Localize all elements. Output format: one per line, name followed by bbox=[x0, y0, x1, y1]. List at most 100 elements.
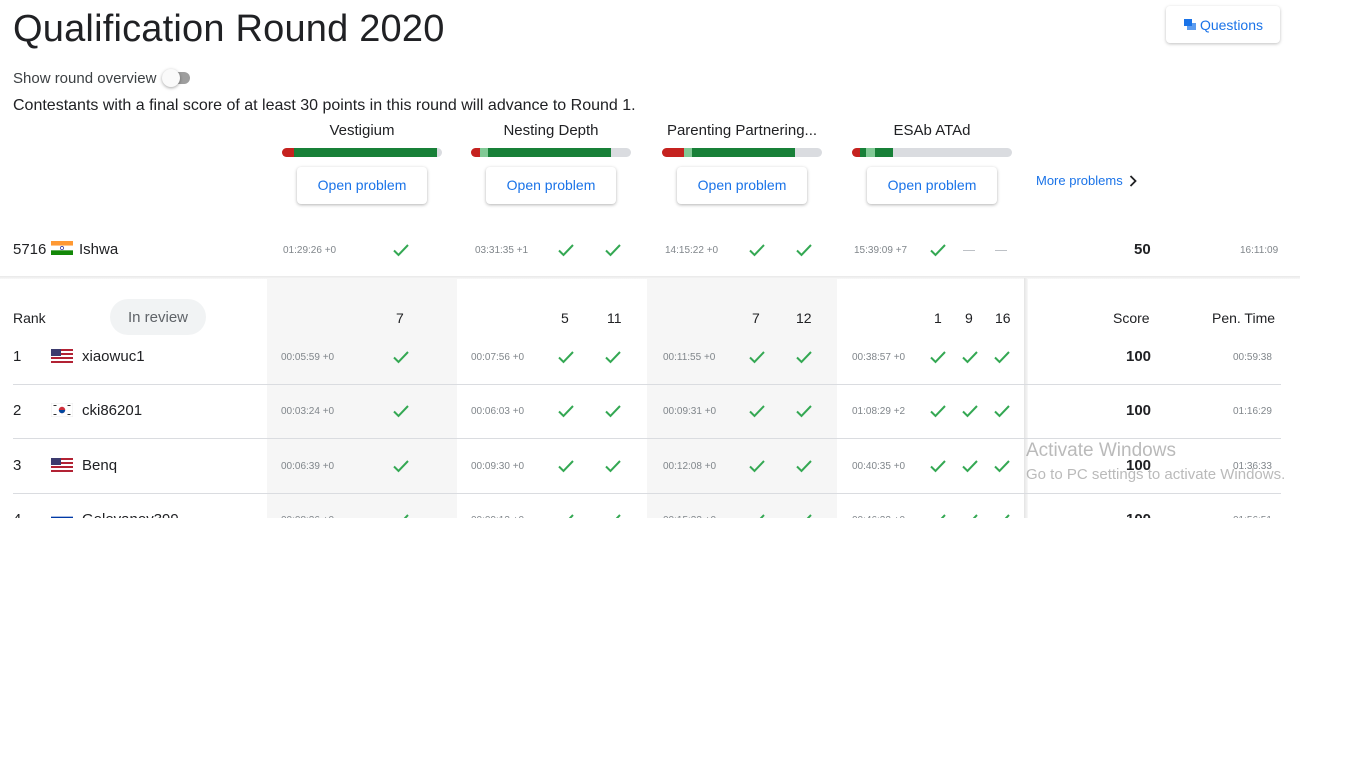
points-header: 7 bbox=[396, 310, 404, 326]
points-header: 11 bbox=[607, 310, 622, 326]
row-time: 00:06:39 +0 bbox=[281, 461, 335, 472]
row-name[interactable]: xiaowuc1 bbox=[82, 348, 145, 365]
row-name[interactable]: cki86201 bbox=[82, 402, 142, 419]
row-time: 00:09:31 +0 bbox=[663, 406, 717, 417]
toggle-knob bbox=[162, 69, 181, 87]
problem-column-bg bbox=[267, 278, 457, 518]
windows-activation-watermark-sub: Go to PC settings to activate Windows. bbox=[1026, 466, 1286, 483]
row-rank: 1 bbox=[13, 348, 22, 365]
check-icon bbox=[749, 244, 765, 257]
unsolved-dash bbox=[963, 250, 975, 251]
check-icon bbox=[759, 514, 765, 518]
row-rank: 2 bbox=[13, 402, 22, 419]
problem-title: Parenting Partnering... bbox=[666, 122, 818, 139]
open-problem-button[interactable]: Open problem bbox=[297, 167, 427, 204]
check-icon bbox=[605, 460, 621, 473]
check-icon bbox=[994, 351, 1010, 364]
check-icon bbox=[962, 460, 978, 473]
open-problem-button[interactable]: Open problem bbox=[677, 167, 807, 204]
round-overview-toggle[interactable] bbox=[162, 67, 196, 89]
my-time-p3: 14:15:22 +0 bbox=[665, 245, 719, 256]
row-time: 00:09:30 +0 bbox=[471, 461, 525, 472]
check-icon bbox=[806, 514, 812, 518]
row-score: 100 bbox=[1126, 402, 1152, 419]
check-icon bbox=[796, 244, 812, 257]
row-time: 00:08:26 +0 bbox=[281, 515, 334, 518]
russia-flag-icon bbox=[51, 512, 73, 518]
check-icon bbox=[568, 514, 574, 518]
points-header: 12 bbox=[796, 310, 812, 326]
row-time: 00:09:13 +0 bbox=[471, 515, 524, 518]
row-penalty: 01:56:51 bbox=[1233, 515, 1272, 518]
row-time: 00:11:55 +0 bbox=[663, 352, 716, 363]
my-time-p2: 03:31:35 +1 bbox=[475, 245, 529, 256]
points-header: 5 bbox=[561, 310, 569, 326]
row-divider bbox=[13, 438, 1281, 439]
points-header: 9 bbox=[965, 310, 973, 326]
check-icon bbox=[962, 351, 978, 364]
problem-title: ESAb ATAd bbox=[893, 122, 971, 139]
questions-button[interactable]: Questions bbox=[1166, 6, 1280, 43]
row-name[interactable]: Benq bbox=[82, 457, 117, 474]
check-icon bbox=[605, 244, 621, 257]
check-icon bbox=[796, 405, 812, 418]
usa-flag-icon bbox=[51, 458, 73, 472]
check-icon bbox=[930, 351, 946, 364]
check-icon bbox=[930, 460, 946, 473]
unsolved-dash bbox=[995, 250, 1007, 251]
rank-header: Rank bbox=[13, 310, 46, 326]
my-score: 50 bbox=[1134, 241, 1151, 258]
check-icon bbox=[605, 405, 621, 418]
windows-activation-watermark: Activate Windows bbox=[1026, 440, 1176, 461]
check-icon bbox=[393, 460, 409, 473]
page-content: Qualification Round 2020 Questions Show … bbox=[0, 0, 1364, 518]
open-problem-button[interactable]: Open problem bbox=[486, 167, 616, 204]
points-header: 16 bbox=[995, 310, 1011, 326]
south-korea-flag-icon bbox=[51, 403, 73, 417]
score-header: Score bbox=[1113, 310, 1150, 326]
points-header: 7 bbox=[752, 310, 760, 326]
check-icon bbox=[796, 460, 812, 473]
check-icon bbox=[605, 351, 621, 364]
more-problems-link[interactable]: More problems bbox=[1036, 173, 1137, 188]
row-rank: 4 bbox=[13, 511, 21, 518]
row-time: 00:12:08 +0 bbox=[663, 461, 717, 472]
row-time: 01:08:29 +2 bbox=[852, 406, 906, 417]
usa-flag-icon bbox=[51, 349, 73, 363]
points-header: 1 bbox=[934, 310, 942, 326]
check-icon bbox=[749, 460, 765, 473]
problem-vestigium: Vestigium Open problem bbox=[282, 120, 442, 204]
round-overview-toggle-row: Show round overview bbox=[13, 67, 196, 89]
check-icon bbox=[558, 351, 574, 364]
toggle-label: Show round overview bbox=[13, 69, 157, 87]
row-time: 00:40:35 +0 bbox=[852, 461, 906, 472]
my-penalty: 16:11:09 bbox=[1240, 245, 1279, 256]
check-icon bbox=[615, 514, 621, 518]
problem-title: Vestigium bbox=[329, 122, 395, 139]
questions-label: Questions bbox=[1199, 16, 1264, 33]
row-time: 00:07:56 +0 bbox=[471, 352, 525, 363]
penalty-header: Pen. Time bbox=[1212, 310, 1276, 326]
check-icon bbox=[393, 405, 409, 418]
row-time: 00:15:33 +0 bbox=[663, 515, 716, 518]
more-problems-label: More problems bbox=[1036, 173, 1123, 188]
check-icon bbox=[749, 351, 765, 364]
check-icon bbox=[558, 244, 574, 257]
check-icon bbox=[994, 405, 1010, 418]
in-review-chip[interactable]: In review bbox=[110, 299, 206, 335]
row-name[interactable]: Golovanov399 bbox=[82, 511, 179, 518]
check-icon bbox=[930, 405, 946, 418]
open-problem-button[interactable]: Open problem bbox=[867, 167, 997, 204]
my-rank: 5716 bbox=[13, 241, 47, 258]
row-penalty: 01:16:29 bbox=[1233, 406, 1272, 417]
problem-progress-bar bbox=[471, 148, 631, 157]
problem-progress-bar bbox=[852, 148, 1012, 157]
problem-parenting-partnering: Parenting Partnering... Open problem bbox=[662, 120, 822, 204]
check-icon bbox=[393, 244, 409, 257]
check-icon bbox=[393, 351, 409, 364]
problem-progress-bar bbox=[662, 148, 822, 157]
check-icon bbox=[930, 244, 946, 257]
row-time: 00:06:03 +0 bbox=[471, 406, 525, 417]
advance-notice: Contestants with a final score of at lea… bbox=[13, 97, 636, 114]
check-icon bbox=[972, 514, 978, 518]
